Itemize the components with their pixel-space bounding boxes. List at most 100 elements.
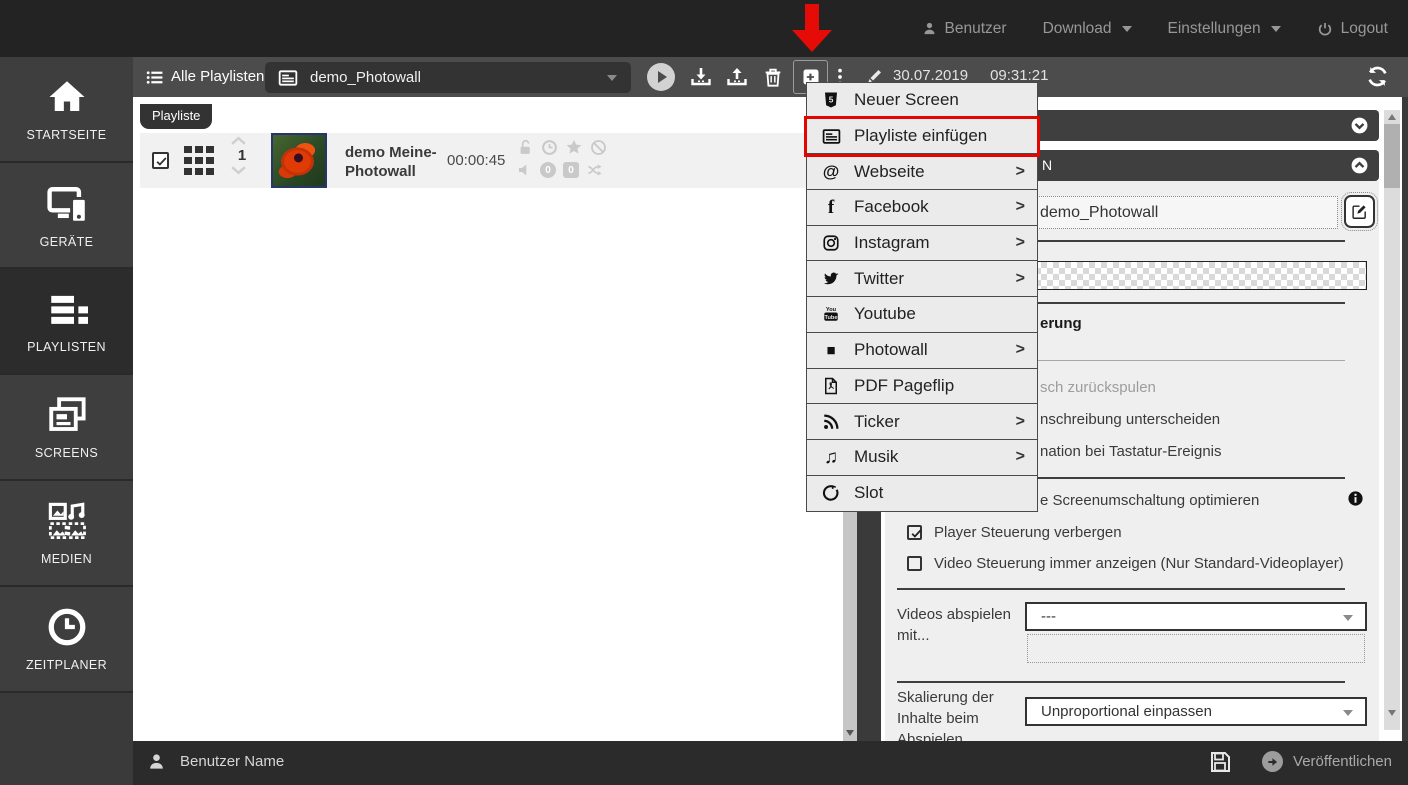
playlist-card-icon [278,68,298,88]
upload-button[interactable] [725,65,749,89]
circle-badge[interactable]: 0 [540,162,556,178]
info-icon[interactable] [1347,490,1364,507]
position-number: 1 [230,147,254,164]
menu-item-playliste-einfuegen[interactable]: Playliste einfügen [807,119,1037,155]
twitter-icon [822,270,840,288]
topbar-download-menu[interactable]: Download [1043,20,1132,38]
menu-item-musik[interactable]: ♫ Musik > [807,440,1037,476]
clock-icon[interactable] [541,139,558,156]
chevron-down-icon [1343,710,1353,716]
sidebar-item-medien[interactable]: MEDIEN [0,481,133,587]
topbar-user-label: Benutzer [945,20,1007,38]
media-duration: 00:00:45 [447,152,505,169]
chevron-up-circle-icon[interactable] [1350,156,1369,175]
topbar-logout[interactable]: Logout [1317,20,1388,38]
sidebar-item-startseite[interactable]: STARTSEITE [0,57,133,163]
facebook-icon: f [820,198,842,217]
refresh-button[interactable] [1365,64,1390,89]
scroll-down-arrow-icon[interactable] [1388,710,1396,716]
panel-scrollbar[interactable] [1384,110,1400,730]
square-badge[interactable]: 0 [563,162,579,178]
sidebar-item-geraete[interactable]: GERÄTE [0,163,133,269]
chevron-up-icon[interactable] [230,136,247,146]
sidebar-item-label: STARTSEITE [27,128,107,142]
sidebar-item-screens[interactable]: SCREENS [0,375,133,481]
sidebar-item-label: SCREENS [35,446,98,460]
menu-item-photowall[interactable]: ■ Photowall > [807,333,1037,369]
save-button[interactable] [1208,750,1232,774]
topbar-download-label: Download [1043,20,1112,38]
media-thumbnail[interactable] [271,133,327,188]
menu-item-facebook[interactable]: f Facebook > [807,190,1037,226]
checkbox-unchecked[interactable] [907,556,922,571]
tab-playliste[interactable]: Playliste [140,104,212,129]
slot-icon [822,484,840,502]
scroll-up-arrow-icon[interactable] [1388,114,1396,120]
edit-name-button[interactable] [1344,195,1375,228]
user-icon [147,752,166,771]
speaker-icon[interactable] [517,162,533,178]
html5-icon [822,91,840,109]
delete-button[interactable] [762,66,784,88]
chevron-down-circle-icon[interactable] [1350,116,1369,135]
sidebar: STARTSEITE GERÄTE PLAYLISTEN SCREENS MED… [0,57,133,785]
menu-item-neuer-screen[interactable]: Neuer Screen [807,83,1037,119]
videos-abspielen-select[interactable]: --- [1025,602,1367,631]
submenu-arrow: > [1016,163,1025,181]
menu-item-youtube[interactable]: Youtube [807,297,1037,333]
select-value: --- [1041,608,1056,625]
music-note-icon: ♫ [820,448,842,467]
download-button[interactable] [689,65,713,89]
menu-item-slot[interactable]: Slot [807,476,1037,512]
chevron-down-icon [1343,615,1353,621]
media-title: demo Meine-Photowall [345,143,457,181]
current-user: Benutzer Name [147,752,284,771]
publish-label: Veröffentlichen [1293,753,1392,770]
arrow-right-circle-icon [1262,751,1283,772]
playlist-select-value: demo_Photowall [310,69,421,86]
topbar-logout-label: Logout [1341,20,1388,38]
list-icon [145,68,164,87]
menu-item-webseite[interactable]: @ Webseite > [807,154,1037,190]
publish-button[interactable]: Veröffentlichen [1262,751,1392,772]
divider [897,588,1345,590]
rss-icon [822,413,840,431]
playlist-name-field[interactable]: demo_Photowall [1025,196,1338,229]
menu-item-twitter[interactable]: Twitter > [807,261,1037,297]
submenu-arrow: > [1016,341,1025,359]
position-stepper: 1 [230,136,254,175]
row-checkbox[interactable] [152,152,169,169]
skalierung-select[interactable]: Unproportional einpassen [1025,697,1367,726]
shuffle-icon[interactable] [586,162,604,178]
playlist-item-row[interactable]: 1 demo Meine-Photowall 00:00:45 0 0 [140,133,843,188]
star-icon[interactable] [565,138,583,156]
sidebar-item-playlisten[interactable]: PLAYLISTEN [0,269,133,375]
menu-item-ticker[interactable]: Ticker > [807,404,1037,440]
grid-view-icon[interactable] [184,146,216,176]
videos-abspielen-input[interactable] [1027,634,1365,663]
scrollbar-thumb[interactable] [1384,124,1400,188]
youtube-icon [822,305,840,323]
play-button[interactable] [646,62,676,92]
ban-icon[interactable] [590,139,607,156]
scroll-down-arrow-icon[interactable] [846,730,854,736]
submenu-arrow: > [1016,270,1025,288]
menu-item-pdf-pageflip[interactable]: PDF Pageflip [807,369,1037,405]
unlock-icon[interactable] [517,139,534,156]
chevron-down-icon[interactable] [230,165,247,175]
checkbox-row-video-steuerung: Video Steuerung immer anzeigen (Nur Stan… [907,555,1344,572]
checkbox-checked[interactable] [907,525,922,540]
background-color-swatch[interactable] [1022,261,1367,290]
playlist-select[interactable]: demo_Photowall [265,62,631,93]
row-status-icons: 0 0 [517,137,617,183]
pdf-icon [822,377,840,395]
at-icon: @ [820,163,842,180]
topbar-settings-menu[interactable]: Einstellungen [1168,20,1281,38]
clock-icon [46,606,88,648]
topbar-user[interactable]: Benutzer [922,20,1007,38]
option-label-fragment: nschreibung unterscheiden [1040,411,1220,428]
sidebar-item-zeitplaner[interactable]: ZEITPLANER [0,587,133,693]
select-value: Unproportional einpassen [1041,703,1212,720]
menu-item-instagram[interactable]: Instagram > [807,226,1037,262]
devices-icon [45,181,89,225]
